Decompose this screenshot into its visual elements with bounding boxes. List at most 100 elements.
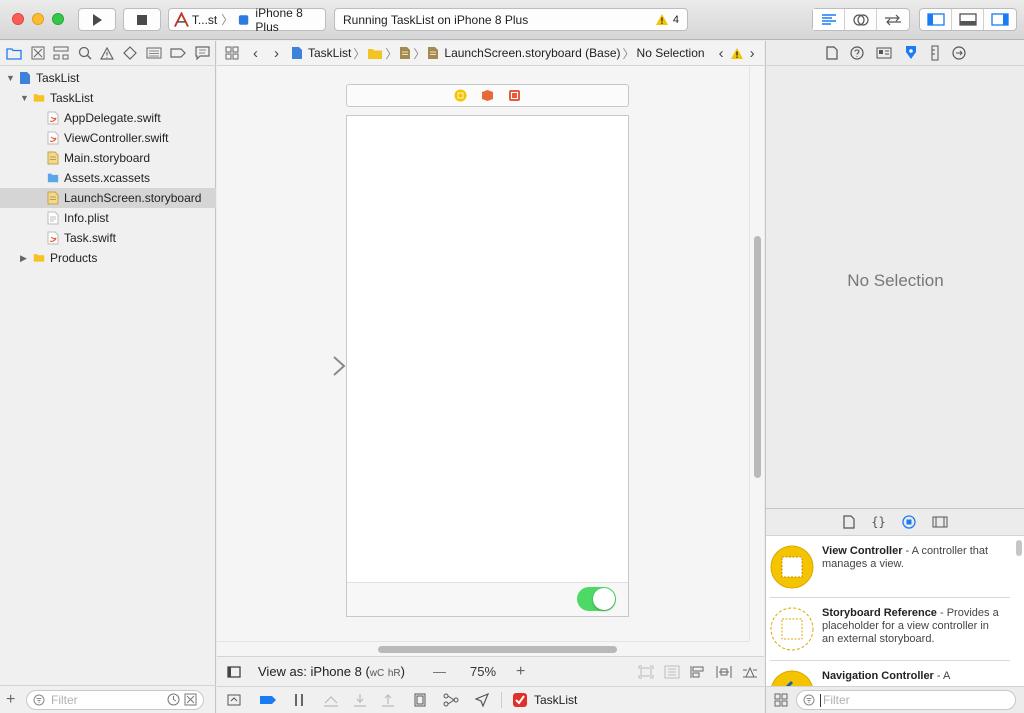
file-inspector-icon[interactable] [825,46,838,60]
zoom-window-button[interactable] [52,13,64,25]
object-library-icon[interactable] [902,515,916,529]
warning-icon[interactable] [655,13,669,26]
launch-screen-scene[interactable] [346,115,629,617]
run-button[interactable] [78,8,116,31]
chevron-right-icon: 〉 [413,46,426,61]
code-snippet-icon[interactable]: {} [871,515,885,529]
source-control-icon[interactable] [31,46,45,60]
navigator-item[interactable]: Main.storyboard [0,148,216,168]
navigator-item[interactable]: Info.plist [0,208,216,228]
file-template-icon[interactable] [843,515,855,529]
step-over-icon[interactable] [323,693,339,707]
attributes-inspector-icon[interactable] [904,45,918,61]
disclosure-right-icon[interactable]: ▶ [20,253,30,264]
quick-help-icon[interactable] [849,46,864,60]
align-icon[interactable] [690,665,706,679]
filter-icon [33,694,45,705]
add-icon[interactable]: + [6,691,26,709]
update-frames-icon[interactable] [638,665,654,679]
disclosure-down-icon[interactable]: ▼ [6,73,16,83]
breadcrumb-project[interactable]: TaskList [308,46,351,60]
media-library-icon[interactable] [932,516,948,528]
navigator-item[interactable]: ▶ Products [0,248,216,268]
pause-icon[interactable] [293,693,305,707]
embed-in-stack-icon[interactable] [664,665,680,679]
storyboard-canvas[interactable] [217,66,764,656]
add-constraints-icon[interactable] [716,665,732,679]
size-inspector-icon[interactable] [930,45,940,61]
vertical-scrollbar-thumb[interactable] [754,236,761,478]
scheme-selector[interactable]: T...st 〉 iPhone 8 Plus [168,6,326,34]
view-controller-icon[interactable] [454,89,467,102]
stop-button[interactable] [123,8,161,31]
hide-debug-area-icon[interactable] [227,694,241,706]
toggle-debug-area-button[interactable] [952,9,984,30]
back-chevron-icon[interactable]: ‹ [253,45,258,62]
navigator-item[interactable]: LaunchScreen.storyboard [0,188,216,208]
breakpoint-icon[interactable] [170,47,186,59]
chevron-right-icon: 〉 [221,13,234,27]
navigator-item[interactable]: ▼ TaskList [0,68,216,88]
previous-issue-chevron-icon[interactable]: ‹ [719,45,724,62]
step-into-icon[interactable] [353,693,367,707]
debug-gauge-icon[interactable] [146,47,162,59]
breakpoints-toggle-icon[interactable] [259,695,277,705]
exit-icon[interactable] [508,89,521,102]
identity-inspector-icon[interactable] [876,47,892,59]
storyboard-file-icon[interactable] [399,46,411,60]
resolve-autolayout-icon[interactable] [742,665,758,679]
test-diamond-icon[interactable] [123,46,137,60]
bottom-toolbar[interactable] [347,582,628,616]
navigator-item[interactable]: ▼ TaskList [0,88,216,108]
memory-graph-icon[interactable] [443,693,459,707]
disclosure-down-icon[interactable]: ▼ [20,93,30,103]
forward-chevron-icon[interactable]: › [274,45,279,62]
location-arrow-icon[interactable] [475,693,489,707]
warning-icon[interactable] [730,47,744,60]
view-hierarchy-icon[interactable] [413,693,427,707]
navigator-filter-field[interactable]: Filter [26,689,204,710]
first-responder-icon[interactable] [481,89,494,102]
project-icon [19,71,31,85]
related-items-grid-icon[interactable] [225,46,239,60]
library-scrollbar-thumb[interactable] [1016,540,1022,556]
library-filter-field[interactable]: Filter [796,690,1016,710]
scm-filter-icon[interactable] [184,693,197,706]
navigator-item[interactable]: Assets.xcassets [0,168,216,188]
toggle-navigator-button[interactable] [920,9,952,30]
library-item-navigation-controller[interactable]: Navigation Controller - A [770,661,1010,686]
connections-inspector-icon[interactable] [951,46,966,60]
library-item-view-controller[interactable]: View Controller - A controller that mana… [770,536,1010,598]
navigator-item-label: TaskList [36,71,80,85]
standard-editor-button[interactable] [813,9,845,30]
issue-warning-icon[interactable] [100,46,115,60]
next-issue-chevron-icon[interactable]: › [750,45,755,62]
recent-clock-icon[interactable] [167,693,180,706]
group-folder-icon[interactable] [367,47,383,60]
debug-target-name[interactable]: TaskList [534,693,577,707]
navigator-item[interactable]: AppDelegate.swift [0,108,216,128]
zoom-in-button[interactable]: + [516,663,525,681]
document-outline-toggle-icon[interactable] [227,665,241,678]
report-bubble-icon[interactable] [195,46,210,60]
navigator-item[interactable]: Task.swift [0,228,216,248]
folder-icon[interactable] [6,47,22,60]
minimize-window-button[interactable] [32,13,44,25]
navigator-item[interactable]: ViewController.swift [0,128,216,148]
breadcrumb-file[interactable]: LaunchScreen.storyboard (Base) [444,46,620,60]
view-as-label[interactable]: View as: iPhone 8 (wC hR) [258,664,405,679]
horizontal-scrollbar-thumb[interactable] [378,646,617,653]
assistant-editor-button[interactable] [845,9,877,30]
library-item-storyboard-reference[interactable]: Storyboard Reference - Provides a placeh… [770,598,1010,661]
toggle-inspector-button[interactable] [984,9,1016,30]
close-window-button[interactable] [12,13,24,25]
zoom-out-button[interactable]: — [433,664,446,679]
search-icon[interactable] [78,46,92,60]
symbol-hierarchy-icon[interactable] [53,46,69,60]
breadcrumb-selection[interactable]: No Selection [637,46,705,60]
grid-view-icon[interactable] [774,693,788,707]
initial-view-controller-arrow[interactable] [272,355,346,377]
step-out-icon[interactable] [381,693,395,707]
switch-toggle[interactable] [577,587,616,611]
version-editor-button[interactable] [877,9,909,30]
